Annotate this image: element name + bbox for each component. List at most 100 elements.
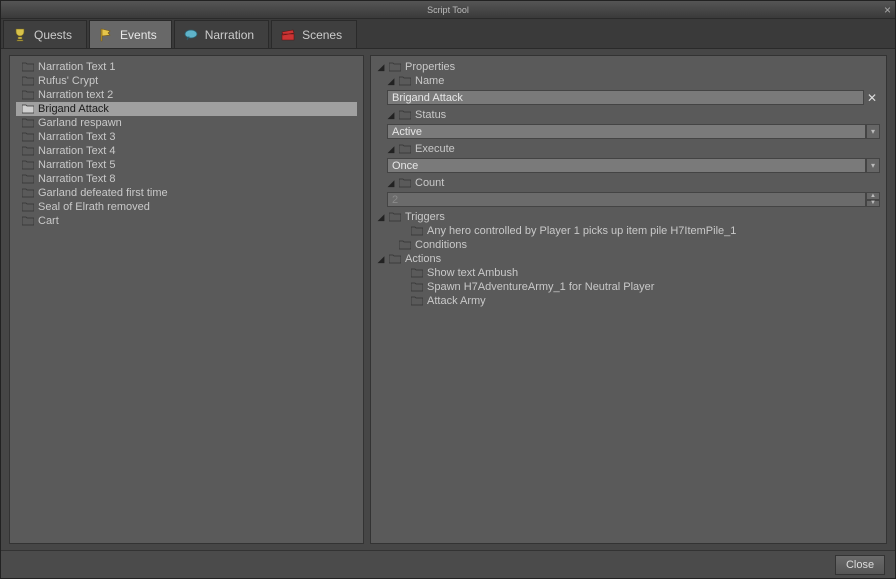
tab-narration[interactable]: Narration: [174, 20, 269, 48]
flag-icon: [98, 27, 114, 43]
event-label: Garland defeated first time: [38, 187, 168, 199]
clear-icon[interactable]: ✕: [864, 91, 880, 105]
trophy-icon: [12, 27, 28, 43]
event-label: Cart: [38, 215, 59, 227]
folder-icon: [389, 62, 401, 72]
events-tree: Narration Text 1Rufus' CryptNarration te…: [10, 56, 363, 232]
event-item[interactable]: Narration Text 4: [16, 144, 357, 158]
action-text: Show text Ambush: [427, 267, 518, 279]
content-area: Narration Text 1Rufus' CryptNarration te…: [1, 49, 895, 550]
caret-down-icon: ◢: [377, 212, 385, 223]
action-item[interactable]: ◢ Attack Army: [399, 294, 880, 308]
close-button[interactable]: Close: [835, 555, 885, 575]
action-text: Spawn H7AdventureArmy_1 for Neutral Play…: [427, 281, 654, 293]
footer: Close: [1, 550, 895, 578]
name-input[interactable]: [387, 90, 864, 105]
properties-panel: ◢ Properties ◢ Name ✕ ◢: [370, 55, 887, 544]
event-item[interactable]: Narration Text 1: [16, 60, 357, 74]
properties-tree: ◢ Properties ◢ Name ✕ ◢: [371, 56, 886, 312]
titlebar: Script Tool ×: [1, 1, 895, 19]
speech-icon: [183, 27, 199, 43]
event-item[interactable]: Brigand Attack: [16, 102, 357, 116]
actions-node[interactable]: ◢ Actions: [377, 252, 880, 266]
event-item[interactable]: Rufus' Crypt: [16, 74, 357, 88]
caret-down-icon: ◢: [387, 178, 395, 189]
action-text: Attack Army: [427, 295, 486, 307]
event-item[interactable]: Narration Text 8: [16, 172, 357, 186]
event-label: Narration Text 5: [38, 159, 115, 171]
execute-label: Execute: [415, 143, 455, 155]
event-label: Seal of Elrath removed: [38, 201, 150, 213]
properties-node[interactable]: ◢ Properties: [377, 60, 880, 74]
status-node[interactable]: ◢ Status: [387, 108, 880, 122]
folder-icon: [22, 146, 34, 156]
folder-icon: [411, 296, 423, 306]
conditions-label: Conditions: [415, 239, 467, 251]
chevron-down-icon[interactable]: ▾: [866, 124, 880, 139]
actions-label: Actions: [405, 253, 441, 265]
status-select[interactable]: [387, 124, 866, 139]
trigger-item[interactable]: ◢ Any hero controlled by Player 1 picks …: [399, 224, 880, 238]
triggers-node[interactable]: ◢ Triggers: [377, 210, 880, 224]
folder-icon: [22, 174, 34, 184]
execute-node[interactable]: ◢ Execute: [387, 142, 880, 156]
folder-icon: [389, 212, 401, 222]
folder-icon: [22, 76, 34, 86]
event-item[interactable]: Garland defeated first time: [16, 186, 357, 200]
trigger-text: Any hero controlled by Player 1 picks up…: [427, 225, 736, 237]
event-label: Brigand Attack: [38, 103, 109, 115]
tab-scenes[interactable]: Scenes: [271, 20, 357, 48]
folder-icon: [399, 178, 411, 188]
caret-down-icon: ◢: [377, 62, 385, 73]
triggers-label: Triggers: [405, 211, 445, 223]
tab-events[interactable]: Events: [89, 20, 172, 48]
action-item[interactable]: ◢ Spawn H7AdventureArmy_1 for Neutral Pl…: [399, 280, 880, 294]
folder-icon: [411, 282, 423, 292]
folder-icon: [399, 240, 411, 250]
event-label: Narration Text 4: [38, 145, 115, 157]
folder-icon: [399, 110, 411, 120]
event-label: Narration Text 8: [38, 173, 115, 185]
chevron-down-icon[interactable]: ▾: [866, 158, 880, 173]
folder-icon: [22, 104, 34, 114]
folder-icon: [389, 254, 401, 264]
folder-icon: [399, 76, 411, 86]
name-label: Name: [415, 75, 444, 87]
tab-quests[interactable]: Quests: [3, 20, 87, 48]
event-item[interactable]: Narration Text 5: [16, 158, 357, 172]
conditions-node[interactable]: ◢ Conditions: [377, 238, 880, 252]
status-label: Status: [415, 109, 446, 121]
event-item[interactable]: Garland respawn: [16, 116, 357, 130]
caret-down-icon: ◢: [377, 254, 385, 265]
tab-label: Events: [120, 28, 157, 42]
event-label: Narration Text 3: [38, 131, 115, 143]
folder-icon: [22, 132, 34, 142]
count-label: Count: [415, 177, 444, 189]
spinner-up-icon[interactable]: ▲: [866, 192, 880, 200]
clapper-icon: [280, 27, 296, 43]
event-item[interactable]: Narration Text 3: [16, 130, 357, 144]
name-node[interactable]: ◢ Name: [387, 74, 880, 88]
event-item[interactable]: Cart: [16, 214, 357, 228]
folder-icon: [22, 160, 34, 170]
count-node[interactable]: ◢ Count: [387, 176, 880, 190]
event-label: Rufus' Crypt: [38, 75, 98, 87]
window-title: Script Tool: [1, 5, 895, 15]
caret-down-icon: ◢: [387, 76, 395, 87]
event-item[interactable]: Seal of Elrath removed: [16, 200, 357, 214]
tab-bar: Quests Events Narration Scenes: [1, 19, 895, 49]
execute-select[interactable]: [387, 158, 866, 173]
events-panel: Narration Text 1Rufus' CryptNarration te…: [9, 55, 364, 544]
tab-label: Narration: [205, 28, 254, 42]
folder-icon: [411, 226, 423, 236]
event-item[interactable]: Narration text 2: [16, 88, 357, 102]
spinner-down-icon[interactable]: ▼: [866, 200, 880, 208]
folder-icon: [399, 144, 411, 154]
count-input[interactable]: [387, 192, 866, 207]
close-icon[interactable]: ×: [884, 3, 891, 17]
script-tool-window: Script Tool × Quests Events Narration Scene…: [0, 0, 896, 579]
folder-icon: [22, 216, 34, 226]
folder-icon: [22, 202, 34, 212]
action-item[interactable]: ◢ Show text Ambush: [399, 266, 880, 280]
event-label: Garland respawn: [38, 117, 122, 129]
